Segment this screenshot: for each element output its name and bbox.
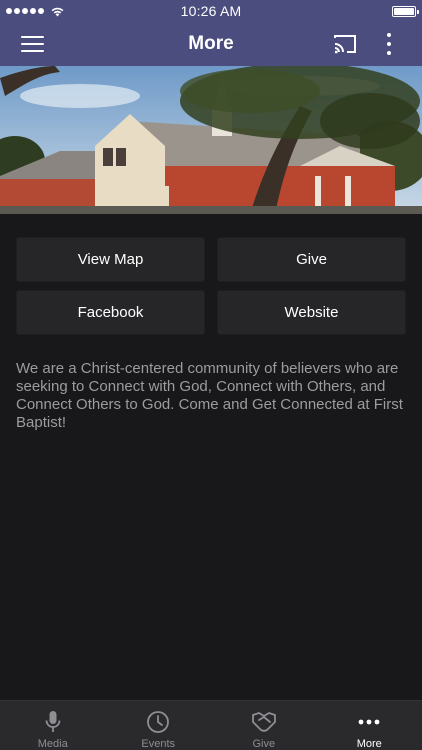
wifi-icon <box>51 7 64 16</box>
clock-icon <box>145 709 171 734</box>
website-button[interactable]: Website <box>217 290 406 335</box>
battery-icon <box>391 5 419 17</box>
view-map-button[interactable]: View Map <box>16 237 205 282</box>
action-buttons: View Map Give Facebook Website <box>16 237 406 335</box>
church-banner-image <box>0 66 422 214</box>
tab-give[interactable]: Give <box>211 701 317 750</box>
status-bar: 10:26 AM <box>0 0 422 22</box>
tab-media-label: Media <box>37 738 68 750</box>
tab-events-label: Events <box>141 738 176 750</box>
tab-more[interactable]: More <box>317 701 422 750</box>
page-title: More <box>188 33 234 54</box>
menu-icon[interactable] <box>21 36 44 52</box>
cast-icon[interactable] <box>333 33 357 55</box>
tab-media[interactable]: Media <box>0 701 106 750</box>
handshake-icon <box>251 709 277 734</box>
give-button[interactable]: Give <box>217 237 406 282</box>
tab-bar: Media Events Give More <box>0 700 422 750</box>
tab-give-label: Give <box>252 738 276 750</box>
facebook-button[interactable]: Facebook <box>16 290 205 335</box>
tab-events[interactable]: Events <box>106 701 212 750</box>
more-icon <box>356 709 382 734</box>
more-options-icon[interactable] <box>385 32 393 56</box>
church-description: We are a Christ-centered community of be… <box>16 360 403 431</box>
nav-bar: More <box>0 22 422 66</box>
microphone-icon <box>40 709 66 734</box>
tab-more-label: More <box>356 738 382 750</box>
status-time: 10:26 AM <box>180 3 242 19</box>
signal-icon <box>6 8 44 14</box>
